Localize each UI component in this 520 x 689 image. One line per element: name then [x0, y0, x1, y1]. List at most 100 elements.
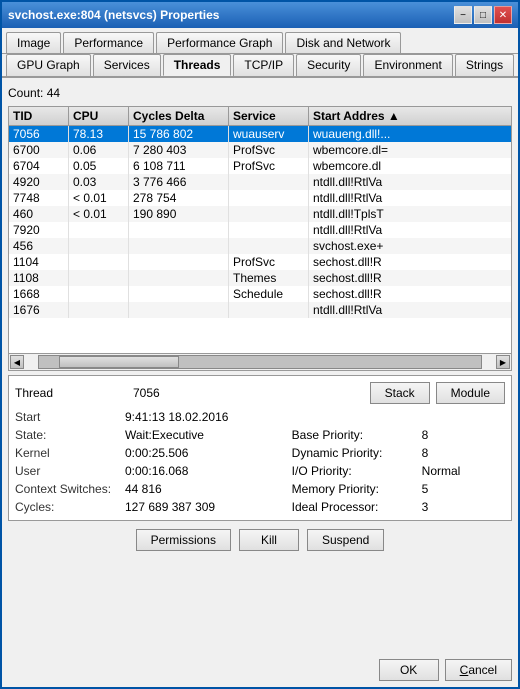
main-content: Count: 44 TID CPU Cycles Delta Service S… [2, 78, 518, 653]
cell-tid: 6700 [9, 142, 69, 158]
cell-cycles [129, 238, 229, 254]
thread-label: Thread [15, 386, 125, 400]
cell-service [229, 190, 309, 206]
count-value: 44 [47, 86, 60, 100]
start-row: Start 9:41:13 18.02.2016 [15, 410, 505, 424]
cell-start: ntdll.dll!RtlVa [309, 302, 511, 318]
cell-cpu [69, 302, 129, 318]
table-row[interactable]: 4920 0.03 3 776 466 ntdll.dll!RtlVa [9, 174, 511, 190]
cell-service: Schedule [229, 286, 309, 302]
suspend-button[interactable]: Suspend [307, 529, 384, 551]
cell-cpu [69, 238, 129, 254]
table-row[interactable]: 1104 ProfSvc sechost.dll!R [9, 254, 511, 270]
col-tid[interactable]: TID [9, 107, 69, 125]
tab-services[interactable]: Services [93, 54, 161, 76]
cycles-value: 127 689 387 309 [125, 500, 292, 514]
scroll-left-button[interactable]: ◀ [10, 355, 24, 369]
tab-performance[interactable]: Performance [63, 32, 154, 53]
cell-start: wbemcore.dl [309, 158, 511, 174]
module-button[interactable]: Module [436, 382, 505, 404]
cell-tid: 7056 [9, 126, 69, 142]
cell-cycles [129, 270, 229, 286]
memory-priority-value: 5 [422, 482, 505, 496]
count-line: Count: 44 [8, 84, 512, 102]
cell-service: ProfSvc [229, 142, 309, 158]
cell-cycles [129, 222, 229, 238]
scroll-thumb[interactable] [59, 356, 179, 368]
cell-service: Themes [229, 270, 309, 286]
horizontal-scrollbar[interactable]: ◀ ▶ [9, 353, 511, 370]
cell-tid: 1108 [9, 270, 69, 286]
context-switches-label: Context Switches: [15, 482, 125, 496]
table-row[interactable]: 1668 Schedule sechost.dll!R [9, 286, 511, 302]
ideal-processor-label: Ideal Processor: [292, 500, 422, 514]
kill-button[interactable]: Kill [239, 529, 299, 551]
cell-start: sechost.dll!R [309, 286, 511, 302]
memory-priority-label: Memory Priority: [292, 482, 422, 496]
cell-start: sechost.dll!R [309, 270, 511, 286]
cell-tid: 460 [9, 206, 69, 222]
cell-start: ntdll.dll!RtlVa [309, 190, 511, 206]
col-service[interactable]: Service [229, 107, 309, 125]
stack-button[interactable]: Stack [370, 382, 430, 404]
thread-value: 7056 [133, 386, 362, 400]
threads-table: TID CPU Cycles Delta Service Start Addre… [8, 106, 512, 371]
table-row[interactable]: 460 < 0.01 190 890 ntdll.dll!TplsT [9, 206, 511, 222]
permissions-button[interactable]: Permissions [136, 529, 231, 551]
ok-button[interactable]: OK [379, 659, 439, 681]
minimize-button[interactable]: − [454, 6, 472, 24]
cycles-label: Cycles: [15, 500, 125, 514]
close-button[interactable]: ✕ [494, 6, 512, 24]
tab-image[interactable]: Image [6, 32, 61, 53]
cell-start: wbemcore.dl= [309, 142, 511, 158]
tab-disk-network[interactable]: Disk and Network [285, 32, 401, 53]
cell-service: ProfSvc [229, 158, 309, 174]
col-cycles[interactable]: Cycles Delta [129, 107, 229, 125]
scroll-right-button[interactable]: ▶ [496, 355, 510, 369]
tabs-row1: Image Performance Performance Graph Disk… [2, 28, 518, 54]
maximize-button[interactable]: □ [474, 6, 492, 24]
cell-cycles: 7 280 403 [129, 142, 229, 158]
table-row[interactable]: 7920 ntdll.dll!RtlVa [9, 222, 511, 238]
cell-cpu: < 0.01 [69, 190, 129, 206]
cell-start: wuaueng.dll!... [309, 126, 511, 142]
table-row[interactable]: 7748 < 0.01 278 754 ntdll.dll!RtlVa [9, 190, 511, 206]
cell-tid: 4920 [9, 174, 69, 190]
thread-details: Thread 7056 Stack Module Start 9:41:13 1… [8, 375, 512, 521]
cell-start: ntdll.dll!RtlVa [309, 222, 511, 238]
tab-environment[interactable]: Environment [363, 54, 452, 76]
count-label: Count: [8, 86, 43, 100]
cell-start: ntdll.dll!RtlVa [309, 174, 511, 190]
cell-start: sechost.dll!R [309, 254, 511, 270]
tab-threads[interactable]: Threads [163, 54, 232, 76]
tab-gpu-graph[interactable]: GPU Graph [6, 54, 91, 76]
cell-tid: 7920 [9, 222, 69, 238]
tab-security[interactable]: Security [296, 54, 361, 76]
cell-cycles: 15 786 802 [129, 126, 229, 142]
table-row[interactable]: 1676 ntdll.dll!RtlVa [9, 302, 511, 318]
col-cpu[interactable]: CPU [69, 107, 129, 125]
cell-tid: 456 [9, 238, 69, 254]
context-switches-value: 44 816 [125, 482, 292, 496]
window-title: svchost.exe:804 (netsvcs) Properties [8, 8, 219, 22]
tab-strings[interactable]: Strings [455, 54, 514, 76]
table-row[interactable]: 6704 0.05 6 108 711 ProfSvc wbemcore.dl [9, 158, 511, 174]
tab-tcpip[interactable]: TCP/IP [233, 54, 294, 76]
cell-service: ProfSvc [229, 254, 309, 270]
state-row: State: Wait:Executive Base Priority: 8 [15, 428, 505, 442]
table-body[interactable]: 7056 78.13 15 786 802 wuauserv wuaueng.d… [9, 126, 511, 353]
cancel-rest: ancel [468, 663, 497, 677]
table-row[interactable]: 1108 Themes sechost.dll!R [9, 270, 511, 286]
ideal-processor-value: 3 [422, 500, 505, 514]
table-row[interactable]: 456 svchost.exe+ [9, 238, 511, 254]
col-start[interactable]: Start Addres ▲ [309, 107, 511, 125]
dynamic-priority-label: Dynamic Priority: [292, 446, 422, 460]
tab-performance-graph[interactable]: Performance Graph [156, 32, 283, 53]
table-row[interactable]: 6700 0.06 7 280 403 ProfSvc wbemcore.dl= [9, 142, 511, 158]
io-priority-value: Normal [422, 464, 505, 478]
cancel-button[interactable]: Cancel [445, 659, 512, 681]
cell-cpu [69, 270, 129, 286]
table-row[interactable]: 7056 78.13 15 786 802 wuauserv wuaueng.d… [9, 126, 511, 142]
start-label: Start [15, 410, 125, 424]
scroll-track[interactable] [38, 355, 482, 369]
